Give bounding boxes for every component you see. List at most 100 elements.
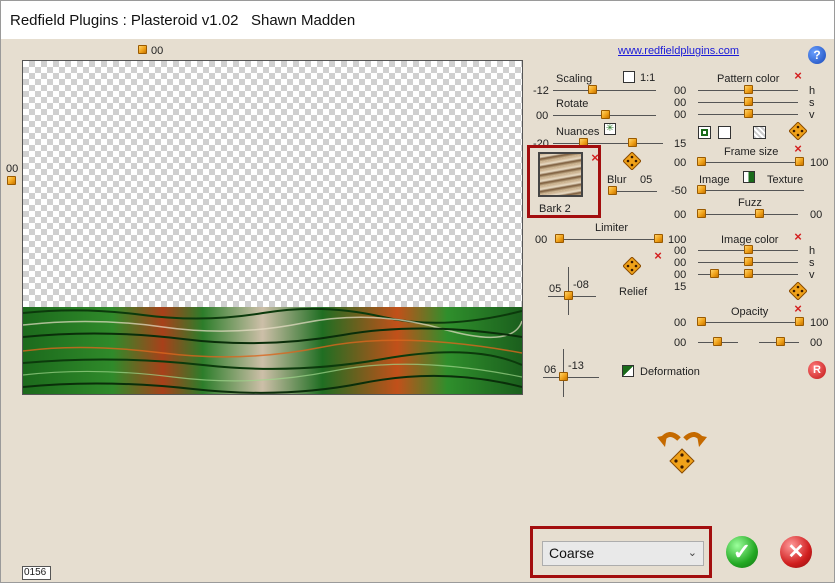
blur-label: Blur	[607, 174, 627, 186]
limiter-slider-right[interactable]	[654, 234, 663, 243]
limiter-label: Limiter	[595, 222, 629, 234]
opacity2-slider-left[interactable]	[713, 337, 722, 346]
fuzz-slider-right[interactable]	[755, 209, 764, 218]
frame-size-slider-left[interactable]	[697, 157, 706, 166]
image-color-clear-icon[interactable]: ×	[793, 230, 803, 243]
scaling-label: Scaling	[556, 73, 593, 85]
frame-size-slider-right[interactable]	[795, 157, 804, 166]
deformation-x-track[interactable]	[543, 377, 599, 378]
fuzz-slider-left[interactable]	[697, 209, 706, 218]
preview-counter: 0156	[22, 566, 51, 580]
frame-size-track[interactable]	[698, 162, 804, 163]
quality-select[interactable]: Coarse ⌄	[542, 541, 704, 566]
image-v-label: v	[809, 269, 815, 281]
pattern-h-label: h	[809, 85, 816, 97]
pattern-v-value: 00	[674, 109, 687, 121]
scaling-1to1-label: 1:1	[640, 72, 656, 84]
deformation-xy-handle[interactable]	[559, 372, 568, 381]
scaling-value: -12	[533, 85, 549, 97]
pattern-color-clear-icon[interactable]: ×	[793, 69, 803, 82]
deformation-x-value: 06	[544, 364, 557, 376]
scaling-track[interactable]	[553, 90, 656, 91]
deformation-label: Deformation	[640, 366, 700, 378]
plugin-window: Redfield Plugins : Plasteroid v1.02 Shaw…	[0, 0, 835, 583]
random-image-color-dice-icon[interactable]	[789, 282, 807, 300]
nuances-slider-right[interactable]	[628, 138, 637, 147]
opacity2-value-right: 00	[810, 337, 823, 349]
preview-x-handle[interactable]	[138, 45, 147, 54]
random-relief-dice-icon[interactable]	[623, 257, 641, 275]
frame-size-value-right: 100	[810, 157, 829, 169]
nuances-value-right: 15	[674, 138, 687, 150]
opacity-clear-icon[interactable]: ×	[793, 302, 803, 315]
opacity-value-right: 100	[810, 317, 829, 329]
deformation-y-value: -13	[568, 360, 584, 372]
ok-button[interactable]: ✓	[726, 536, 758, 568]
image-h-label: h	[809, 245, 816, 257]
texture-label: Texture	[767, 174, 804, 186]
blur-slider[interactable]	[608, 186, 617, 195]
transparency-grid	[23, 61, 522, 309]
preview-canvas[interactable]	[22, 60, 523, 395]
relief-x-value: 05	[549, 283, 562, 295]
limiter-track[interactable]	[556, 239, 662, 240]
preview-top-value: 00	[151, 45, 164, 57]
opacity2-value-left: 00	[674, 337, 687, 349]
cancel-button[interactable]: ✕	[780, 536, 812, 568]
nuances-track[interactable]	[553, 143, 663, 144]
pattern-h-slider[interactable]	[744, 85, 753, 94]
frame-size-clear-icon[interactable]: ×	[793, 142, 803, 155]
texture-thumbnail[interactable]	[538, 152, 583, 197]
rotate-label: Rotate	[556, 98, 589, 110]
fuzz-track[interactable]	[698, 214, 798, 215]
opacity-slider-right[interactable]	[795, 317, 804, 326]
randomize-all-arrows-icon[interactable]	[655, 427, 709, 475]
random-frame-dice-icon[interactable]	[789, 122, 807, 140]
redfield-link[interactable]: www.redfieldplugins.com	[618, 45, 739, 57]
opacity-slider-left[interactable]	[697, 317, 706, 326]
image-h-slider[interactable]	[744, 245, 753, 254]
opacity2-slider-right[interactable]	[776, 337, 785, 346]
limiter-value-left: 00	[535, 234, 548, 246]
pattern-s-value: 00	[674, 97, 687, 109]
image-texture-slider[interactable]	[697, 185, 706, 194]
relief-xy-handle[interactable]	[564, 291, 573, 300]
image-v-slider[interactable]	[744, 269, 753, 278]
scaling-slider[interactable]	[588, 85, 597, 94]
pattern-color-label: Pattern color	[717, 73, 780, 85]
chevron-down-icon: ⌄	[687, 547, 697, 559]
pattern-v-slider[interactable]	[744, 109, 753, 118]
relief-y-value: -08	[573, 279, 589, 291]
frame-style-button-3[interactable]	[753, 126, 766, 139]
image-texture-toggle[interactable]	[743, 171, 755, 183]
image-v-value: 00	[674, 269, 687, 281]
frame-style-button-2[interactable]	[718, 126, 731, 139]
image-texture-track[interactable]	[698, 190, 804, 191]
image-color-extra-value: 15	[674, 281, 687, 293]
nuances-label: Nuances	[556, 126, 600, 138]
reset-icon[interactable]: R	[808, 361, 826, 379]
image-s-value: 00	[674, 257, 687, 269]
scaling-1to1-checkbox[interactable]	[623, 71, 635, 83]
random-texture-dice-icon[interactable]	[623, 152, 641, 170]
image-v-slider-left[interactable]	[710, 269, 719, 278]
rotate-slider[interactable]	[601, 110, 610, 119]
pattern-s-slider[interactable]	[744, 97, 753, 106]
nuances-asterisk-icon[interactable]: ✳	[604, 123, 616, 135]
window-title: Redfield Plugins : Plasteroid v1.02 Shaw…	[10, 12, 356, 29]
texture-name: Bark 2	[539, 203, 571, 215]
relief-label: Relief	[619, 286, 648, 298]
image-h-value: 00	[674, 245, 687, 257]
preview-y-handle[interactable]	[7, 176, 16, 185]
fuzz-value-left: 00	[674, 209, 687, 221]
opacity-track[interactable]	[698, 322, 804, 323]
frame-style-button-1[interactable]	[698, 126, 711, 139]
deformation-checkbox[interactable]	[622, 365, 634, 377]
texture-clear-icon[interactable]: ×	[590, 151, 600, 164]
limiter-slider-left[interactable]	[555, 234, 564, 243]
image-s-slider[interactable]	[744, 257, 753, 266]
blur-value: 05	[640, 174, 653, 186]
relief-clear-icon[interactable]: ×	[653, 249, 663, 262]
image-s-label: s	[809, 257, 815, 269]
help-icon[interactable]: ?	[808, 46, 826, 64]
